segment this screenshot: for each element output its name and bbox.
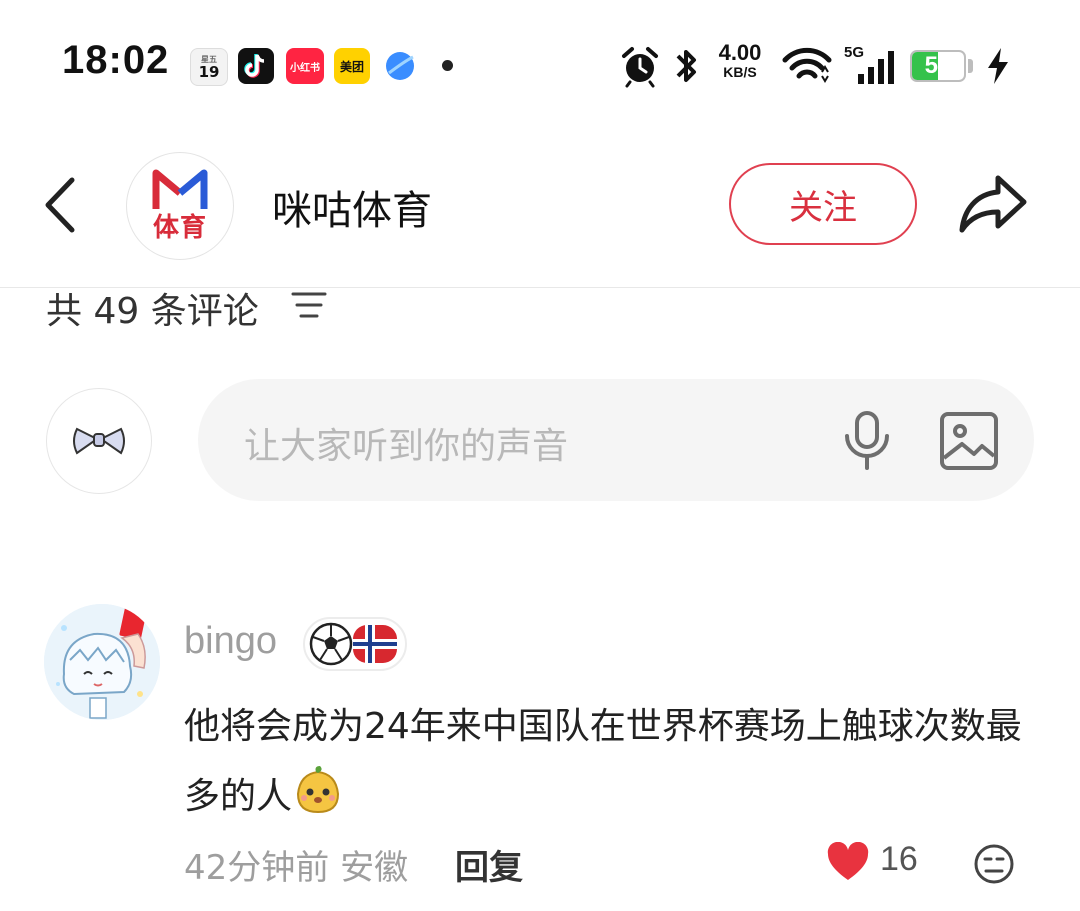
share-button[interactable] bbox=[958, 170, 1030, 236]
bluetooth-icon bbox=[672, 44, 702, 88]
network-speed: 4.00 KB/S bbox=[708, 40, 772, 81]
battery-indicator: 50 bbox=[910, 50, 966, 82]
calendar-icon: 星五 19 bbox=[190, 48, 228, 86]
signal-icon bbox=[856, 50, 896, 86]
battery-cap bbox=[968, 59, 973, 73]
comment-input-placeholder: 让大家听到你的声音 bbox=[244, 426, 569, 467]
chevron-left-icon bbox=[45, 177, 75, 233]
alarm-icon bbox=[618, 44, 662, 88]
battery-text: 50 bbox=[924, 52, 952, 79]
network-speed-value: 4.00 bbox=[718, 40, 762, 65]
my-avatar[interactable] bbox=[46, 388, 152, 494]
dislike-button[interactable] bbox=[972, 842, 1016, 886]
image-upload-button[interactable] bbox=[938, 410, 1000, 472]
comment-count: 共 49 条评论 bbox=[46, 291, 259, 332]
browser-icon bbox=[382, 48, 418, 84]
comment-input[interactable]: 让大家听到你的声音 bbox=[198, 379, 1034, 501]
football-norway-badge bbox=[303, 617, 407, 671]
reply-button[interactable]: 回复 bbox=[455, 840, 523, 889]
like-button[interactable] bbox=[826, 841, 870, 882]
heart-icon bbox=[827, 841, 869, 880]
calendar-day: 19 bbox=[198, 62, 220, 81]
mango-sticker-icon bbox=[292, 764, 344, 816]
voice-input-button[interactable] bbox=[842, 410, 892, 472]
commenter-name[interactable]: bingo bbox=[184, 620, 277, 663]
notification-more-dot bbox=[442, 60, 453, 71]
wifi-icon bbox=[782, 46, 832, 86]
comment-text: 他将会成为24年来中国队在世界杯赛场上触球次数最多的人 bbox=[184, 692, 1044, 832]
channel-avatar[interactable]: 体育 bbox=[126, 152, 234, 260]
migu-logo-icon bbox=[152, 169, 208, 209]
back-button[interactable] bbox=[36, 170, 86, 240]
unhappy-face-icon bbox=[974, 844, 1014, 884]
channel-logo-text: 体育 bbox=[152, 212, 207, 243]
tiktok-icon bbox=[238, 48, 274, 84]
network-speed-unit: KB/S bbox=[723, 64, 757, 80]
bow-tie-icon bbox=[73, 427, 125, 455]
follow-button[interactable]: 关注 bbox=[729, 163, 917, 245]
like-count: 16 bbox=[880, 840, 918, 878]
xiaohongshu-icon: 小红书 bbox=[286, 48, 324, 84]
charging-icon bbox=[984, 46, 1012, 86]
image-icon bbox=[940, 412, 998, 470]
comment-meta: 42分钟前 安徽 bbox=[184, 848, 409, 888]
anime-avatar-image bbox=[44, 604, 160, 720]
microphone-icon bbox=[845, 411, 889, 470]
commenter-avatar[interactable] bbox=[44, 604, 160, 720]
sort-button[interactable] bbox=[290, 290, 328, 320]
sort-icon bbox=[291, 292, 327, 318]
status-time: 18:02 bbox=[62, 38, 170, 82]
meituan-icon: 美团 bbox=[334, 48, 370, 84]
channel-name[interactable]: 咪咕体育 bbox=[272, 178, 432, 236]
share-icon bbox=[959, 175, 1027, 233]
